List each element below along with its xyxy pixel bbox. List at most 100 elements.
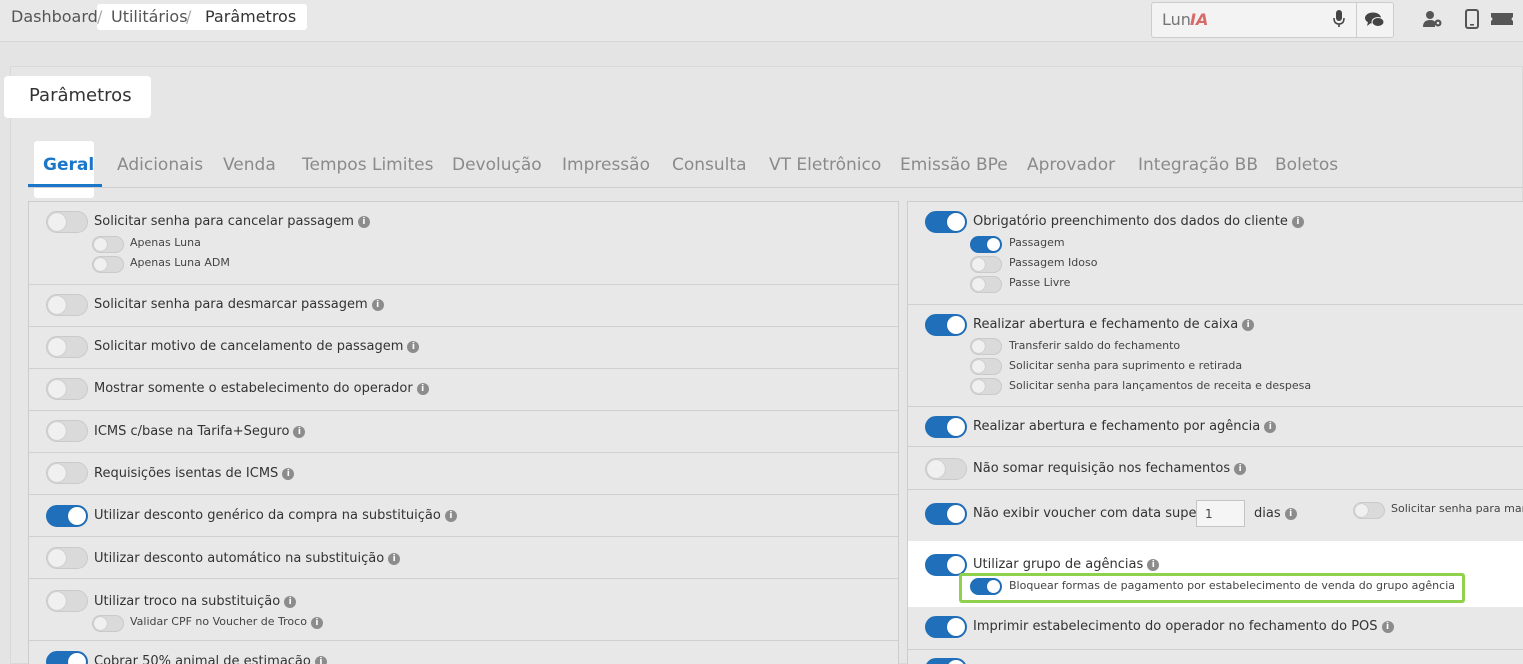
breadcrumb-dashboard[interactable]: Dashboard <box>11 7 98 26</box>
toggle-solicitar-senha-marcar[interactable] <box>1353 502 1385 519</box>
toggle-next-setting[interactable] <box>925 658 967 664</box>
info-icon[interactable]: i <box>1291 215 1304 228</box>
info-icon[interactable]: i <box>1284 507 1297 520</box>
info-icon[interactable]: i <box>371 298 384 311</box>
info-icon[interactable]: i <box>388 552 401 565</box>
toggle-solicitar-senha-cancelar[interactable] <box>46 211 88 233</box>
tab-tempos-limites[interactable]: Tempos Limites <box>302 155 433 175</box>
setting-label: Realizar abertura e fechamento de caixa i <box>973 317 1255 332</box>
sublabel: Solicitar senha para marca <box>1391 502 1523 515</box>
tab-emissao-bpe[interactable]: Emissão BPe <box>900 155 1008 175</box>
tab-vt-eletronico[interactable]: VT Eletrônico <box>769 155 881 175</box>
toggle-passagem[interactable] <box>970 236 1002 253</box>
toggle-nao-exibir-voucher[interactable] <box>925 503 967 525</box>
row-divider <box>908 446 1523 447</box>
toggle-solicitar-senha-desmarcar[interactable] <box>46 294 88 316</box>
breadcrumb-parametros: Parâmetros <box>205 7 297 26</box>
info-icon[interactable]: i <box>416 382 429 395</box>
sublabel: Passagem Idoso <box>1009 256 1098 269</box>
toggle-apenas-luna-adm[interactable] <box>92 256 124 273</box>
tab-geral[interactable]: Geral <box>43 155 94 175</box>
info-icon[interactable]: i <box>314 655 327 664</box>
info-icon[interactable]: i <box>1242 318 1255 331</box>
toggle-obrigatorio-dados[interactable] <box>925 211 967 233</box>
toggle-solicitar-motivo[interactable] <box>46 336 88 358</box>
ticket-icon[interactable] <box>1489 8 1515 30</box>
info-icon[interactable]: i <box>407 340 420 353</box>
sublabel: Solicitar senha para lançamentos de rece… <box>1009 379 1312 392</box>
toggle-abertura-caixa[interactable] <box>925 314 967 336</box>
setting-label: ICMS c/base na Tarifa+Seguro i <box>94 424 306 439</box>
info-icon[interactable]: i <box>444 509 457 522</box>
info-icon[interactable]: i <box>1147 558 1160 571</box>
chat-icon[interactable] <box>1356 3 1393 37</box>
breadcrumb-utilitarios[interactable]: Utilitários <box>111 7 188 26</box>
tab-impressao[interactable]: Impressão <box>562 155 650 175</box>
toggle-mostrar-estabelecimento[interactable] <box>46 378 88 400</box>
row-divider <box>29 536 898 537</box>
info-icon[interactable]: i <box>284 595 297 608</box>
tab-devolucao[interactable]: Devolução <box>452 155 542 175</box>
setting-label: Não exibir voucher com data superior a <box>973 506 1231 521</box>
setting-label: Não somar requisição nos fechamentos i <box>973 461 1247 476</box>
sublabel: Passagem <box>1009 236 1065 249</box>
toggle-validar-cpf[interactable] <box>92 615 124 632</box>
tab-aprovador[interactable]: Aprovador <box>1027 155 1115 175</box>
toggle-desconto-generico[interactable] <box>46 505 88 527</box>
tab-consulta[interactable]: Consulta <box>672 155 746 175</box>
toggle-imprimir-estabelecimento[interactable] <box>925 616 967 638</box>
toggle-cobrar-animal[interactable] <box>46 651 88 664</box>
toggle-senha-suprimento[interactable] <box>970 358 1002 375</box>
toggle-nao-somar[interactable] <box>925 458 967 480</box>
toggle-apenas-luna[interactable] <box>92 236 124 253</box>
tab-boletos[interactable]: Boletos <box>1275 155 1338 175</box>
toggle-transferir-saldo[interactable] <box>970 338 1002 355</box>
toggle-requisicoes-icms[interactable] <box>46 462 88 484</box>
toggle-senha-lancamentos[interactable] <box>970 378 1002 395</box>
sublabel: Validar CPF no Voucher de Troco i <box>130 615 323 629</box>
toggle-passagem-idoso[interactable] <box>970 256 1002 273</box>
sublabel: Apenas Luna ADM <box>130 256 230 269</box>
days-input[interactable] <box>1196 500 1245 527</box>
toggle-troco[interactable] <box>46 590 88 612</box>
row-divider <box>29 494 898 495</box>
toggle-passe-livre[interactable] <box>970 276 1002 293</box>
setting-label: Utilizar grupo de agências i <box>973 557 1160 572</box>
info-icon[interactable]: i <box>1381 620 1394 633</box>
toggle-abertura-agencia[interactable] <box>925 416 967 438</box>
setting-label: Cobrar 50% animal de estimação i <box>94 654 327 664</box>
setting-label: Utilizar desconto automático na substitu… <box>94 551 401 566</box>
breadcrumb-separator: / <box>97 7 103 26</box>
row-divider <box>29 368 898 369</box>
luna-input[interactable] <box>1152 3 1355 35</box>
mic-icon[interactable] <box>1332 10 1346 28</box>
page-title: Parâmetros <box>29 85 132 106</box>
tab-integracao-bb[interactable]: Integração BB <box>1138 155 1258 175</box>
toggle-desconto-automatico[interactable] <box>46 547 88 569</box>
row-divider <box>29 578 898 579</box>
row-divider <box>908 304 1523 305</box>
tab-adicionais[interactable]: Adicionais <box>117 155 203 175</box>
row-divider <box>908 649 1523 650</box>
info-icon[interactable]: i <box>310 617 323 629</box>
info-icon[interactable]: i <box>357 215 370 228</box>
setting-label: Obrigatório preenchimento dos dados do c… <box>973 214 1304 229</box>
setting-label: dias i <box>1254 506 1297 521</box>
sublabel: Passe Livre <box>1009 276 1071 289</box>
info-icon[interactable]: i <box>282 467 295 480</box>
info-icon[interactable]: i <box>293 425 306 438</box>
user-settings-icon[interactable] <box>1422 8 1444 30</box>
setting-label: Requisições isentas de ICMS i <box>94 466 295 481</box>
mobile-icon[interactable] <box>1461 8 1483 30</box>
tabs-divider <box>28 187 1523 188</box>
row-divider <box>29 640 898 641</box>
row-divider <box>29 410 898 411</box>
sublabel: Solicitar senha para suprimento e retira… <box>1009 359 1243 372</box>
info-icon[interactable]: i <box>1264 420 1277 433</box>
sublabel: Bloquear formas de pagamento por estabel… <box>1009 579 1455 592</box>
toggle-bloquear-formas[interactable] <box>970 578 1002 595</box>
info-icon[interactable]: i <box>1234 462 1247 475</box>
breadcrumb-separator: / <box>186 7 192 26</box>
toggle-icms-base[interactable] <box>46 420 88 442</box>
tab-venda[interactable]: Venda <box>223 155 276 175</box>
